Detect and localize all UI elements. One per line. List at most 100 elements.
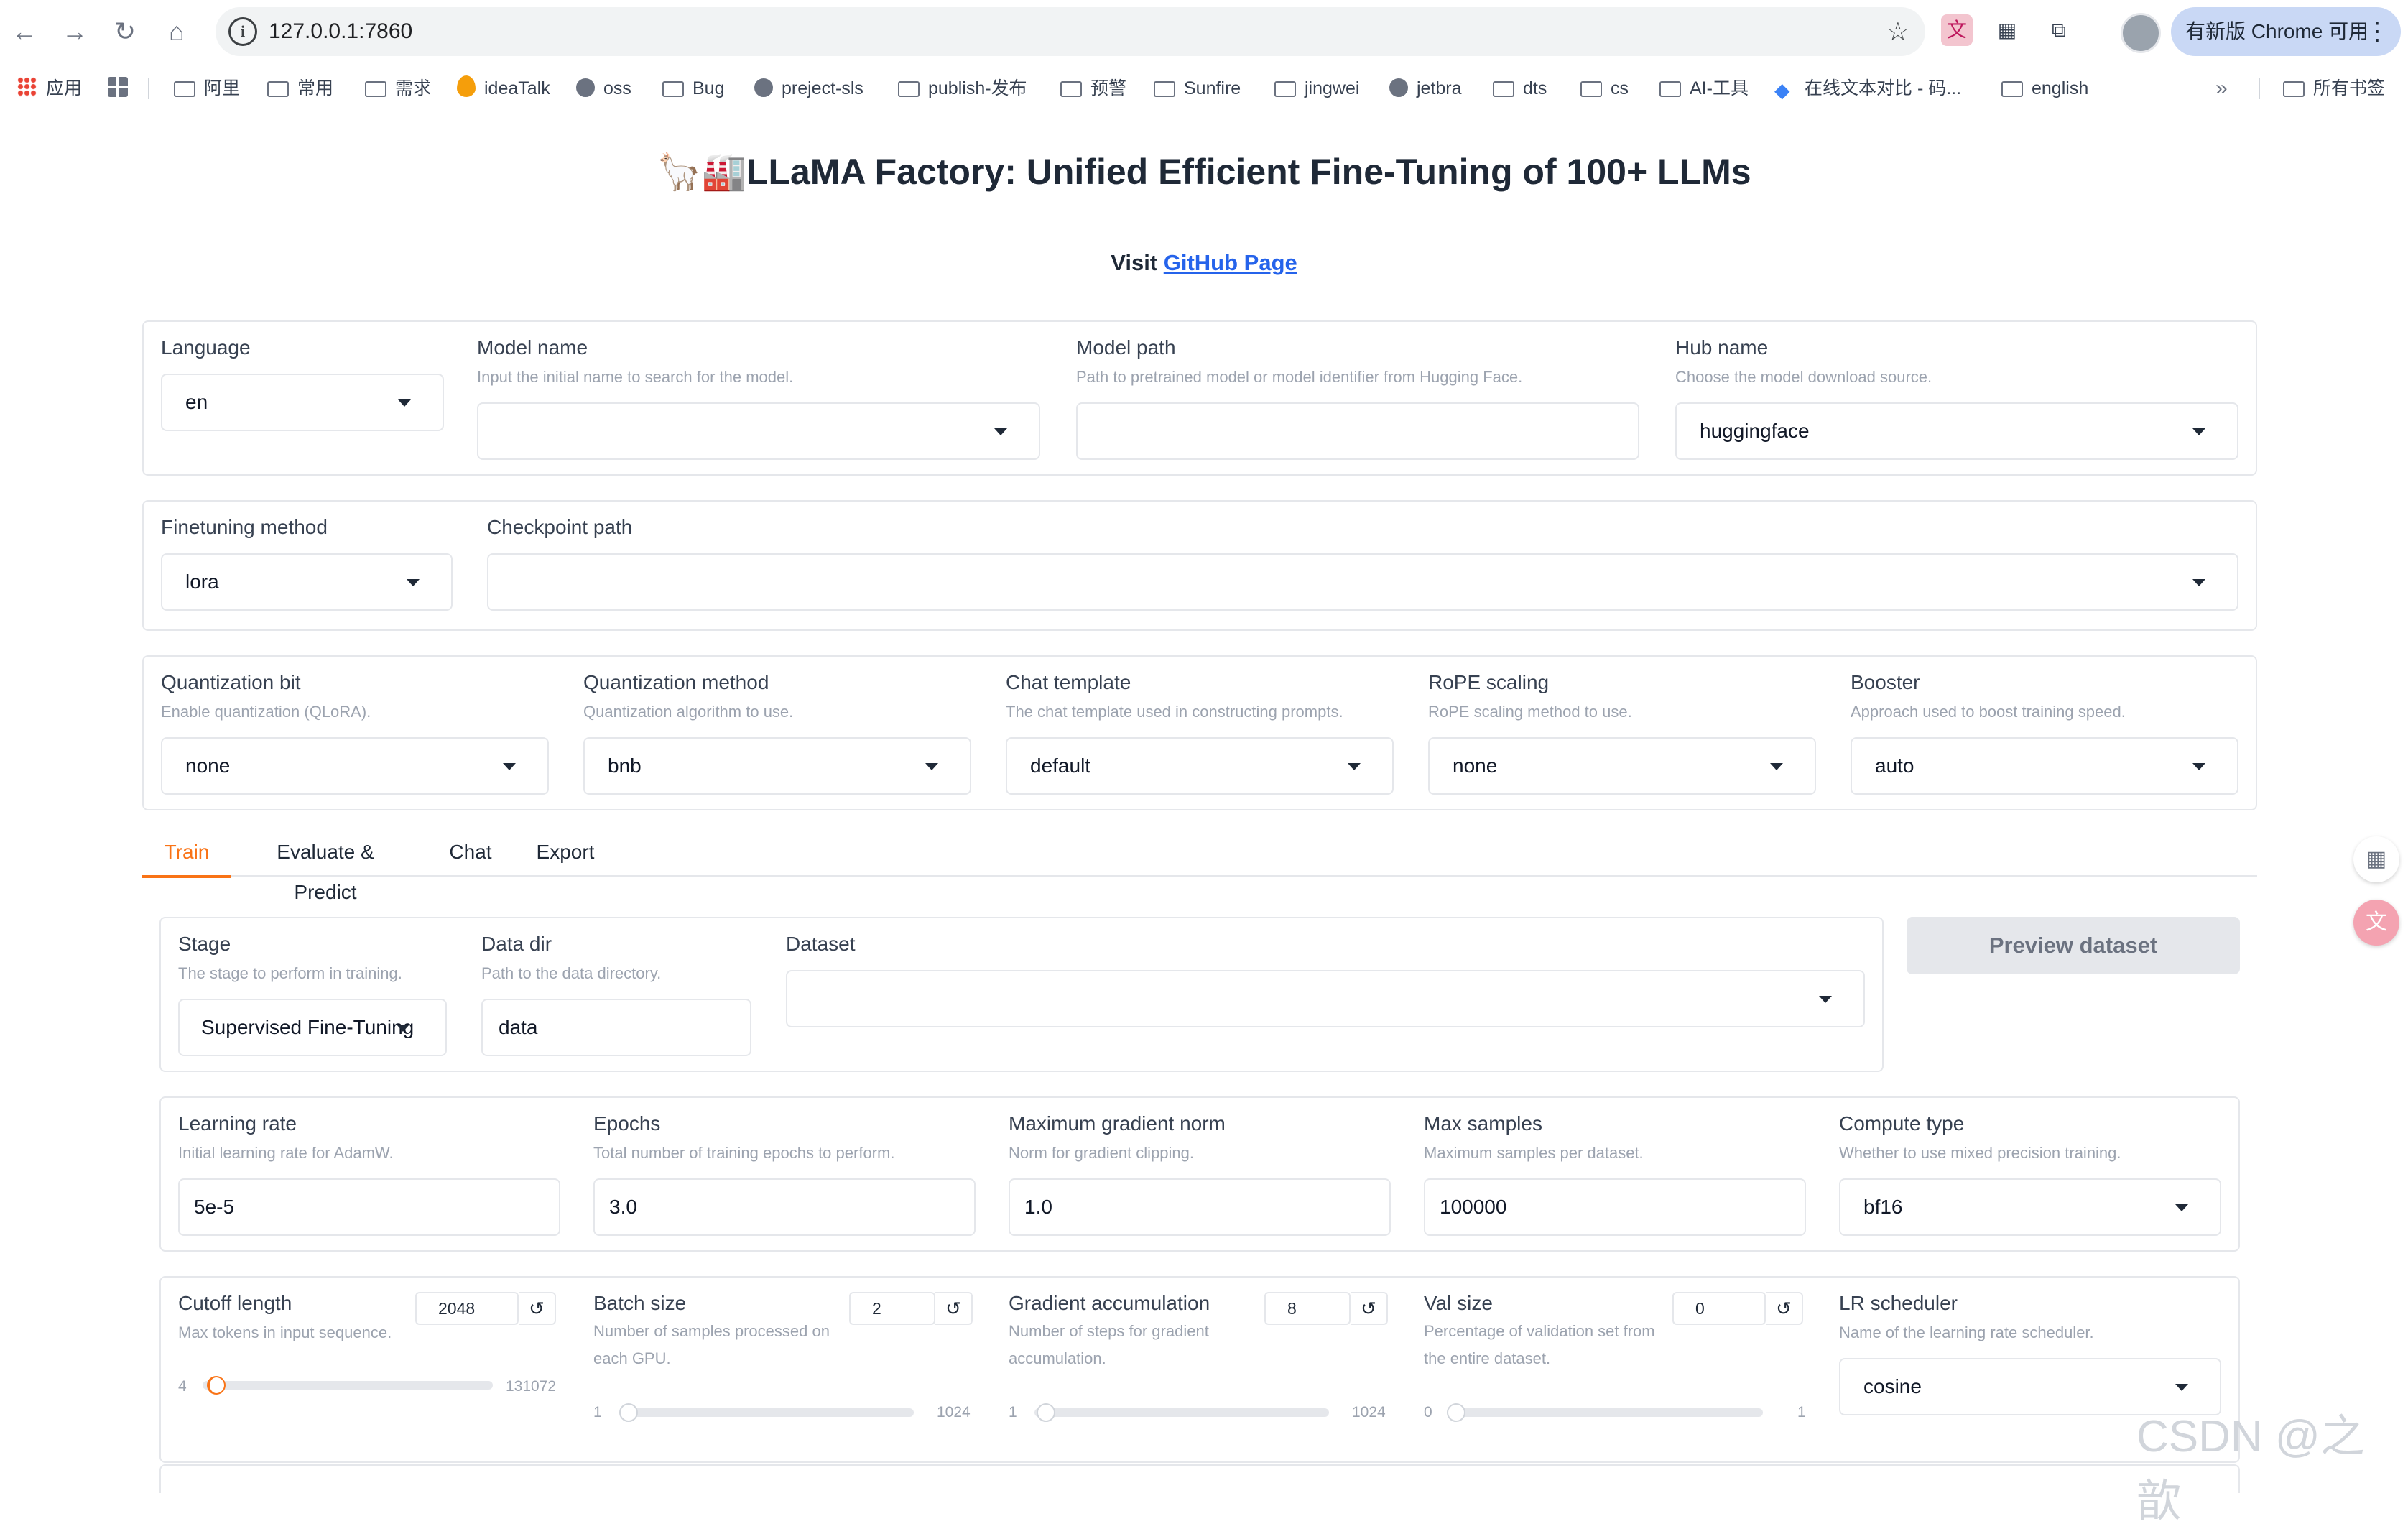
gradient-accumulation-slider[interactable] xyxy=(1034,1403,1329,1422)
quant-method-select[interactable]: bnb xyxy=(583,737,971,795)
stage-select[interactable]: Supervised Fine-Tuning xyxy=(178,999,447,1056)
tab-chat[interactable]: Chat xyxy=(438,832,503,875)
bookmark-folder[interactable]: 常用 xyxy=(267,63,333,114)
cutoff-length-field: Cutoff length Max tokens in input sequen… xyxy=(178,1292,560,1450)
puzzle-icon[interactable]: ⧉ xyxy=(2043,14,2075,46)
watermark: CSDN @之歆 xyxy=(2136,1412,2365,1526)
checkpoint-select[interactable] xyxy=(487,553,2238,611)
reset-icon[interactable]: ↺ xyxy=(1351,1292,1388,1325)
slider-thumb[interactable] xyxy=(619,1403,638,1422)
visit-prefix: Visit xyxy=(1111,250,1164,275)
translate-extension-icon[interactable]: 文 xyxy=(1941,14,1973,46)
bookmark-folder[interactable]: publish-发布 xyxy=(898,63,1027,114)
model-name-field: Model name Input the initial name to sea… xyxy=(477,336,1040,460)
val-size-slider[interactable] xyxy=(1447,1403,1763,1422)
reset-icon[interactable]: ↺ xyxy=(1766,1292,1803,1325)
tab-train[interactable]: Train xyxy=(142,832,231,878)
booster-select[interactable]: auto xyxy=(1851,737,2238,795)
language-select[interactable]: en xyxy=(161,374,444,431)
slider-thumb[interactable] xyxy=(1447,1403,1465,1422)
profile-avatar[interactable] xyxy=(2121,13,2161,53)
flame-icon xyxy=(457,75,476,97)
cutoff-length-input[interactable]: 2048 xyxy=(415,1292,519,1325)
finetuning-field: Finetuning method lora xyxy=(161,516,453,611)
url-text[interactable]: 127.0.0.1:7860 xyxy=(269,7,412,56)
hub-name-select[interactable]: huggingface xyxy=(1675,402,2238,460)
select-value: huggingface xyxy=(1700,420,1810,442)
home-icon[interactable]: ⌂ xyxy=(159,14,194,49)
rope-field: RoPE scaling RoPE scaling method to use.… xyxy=(1428,671,1816,795)
chat-template-select[interactable]: default xyxy=(1006,737,1394,795)
data-dir-input[interactable]: data xyxy=(481,999,751,1056)
qr-code-icon[interactable]: ▦ xyxy=(2353,836,2399,882)
bookmark-link[interactable]: ◆ 在线文本对比 - 码... xyxy=(1774,63,1961,114)
epochs-input[interactable]: 3.0 xyxy=(593,1178,976,1236)
bookmark-folder[interactable]: Bug xyxy=(662,63,724,114)
all-bookmarks[interactable]: 所有书签 xyxy=(2283,63,2385,114)
diff-icon: ◆ xyxy=(1774,79,1790,101)
max-grad-norm-input[interactable]: 1.0 xyxy=(1009,1178,1391,1236)
cutoff-length-slider[interactable] xyxy=(203,1376,493,1395)
bookmark-folder[interactable]: dts xyxy=(1493,63,1547,114)
quant-bit-select[interactable]: none xyxy=(161,737,549,795)
chevron-double-right-icon[interactable]: » xyxy=(2215,63,2228,114)
slider-max: 1 xyxy=(1797,1404,1806,1421)
field-label: RoPE scaling xyxy=(1428,671,1550,693)
reset-icon[interactable]: ↺ xyxy=(519,1292,556,1325)
back-icon[interactable]: ← xyxy=(7,14,42,49)
translate-float-icon[interactable]: 文 xyxy=(2353,900,2399,946)
data-panel: Stage The stage to perform in training. … xyxy=(159,917,1884,1072)
stage-field: Stage The stage to perform in training. … xyxy=(178,933,447,1056)
bookmark-folder[interactable]: 需求 xyxy=(365,63,431,114)
bookmark-apps[interactable]: 应用 xyxy=(17,63,82,114)
tab-export[interactable]: Export xyxy=(526,832,605,875)
extension-icon[interactable]: ▦ xyxy=(1991,14,2023,46)
address-bar[interactable]: i 127.0.0.1:7860 ☆ xyxy=(216,7,1925,56)
bookmark-folder[interactable]: 阿里 xyxy=(174,63,240,114)
compute-type-select[interactable]: bf16 xyxy=(1839,1178,2221,1236)
slider-min: 1 xyxy=(1009,1404,1017,1421)
bookmark-folder[interactable]: english xyxy=(2001,63,2088,114)
bookmarks-bar: 应用 阿里 常用 需求 ideaTalk oss Bug preject-sls… xyxy=(0,63,2408,115)
max-samples-input[interactable]: 100000 xyxy=(1424,1178,1806,1236)
batch-size-input[interactable]: 2 xyxy=(849,1292,935,1325)
rope-select[interactable]: none xyxy=(1428,737,1816,795)
globe-icon xyxy=(576,78,595,97)
batch-size-slider[interactable] xyxy=(619,1403,914,1422)
slider-thumb[interactable] xyxy=(1037,1403,1055,1422)
site-info-icon[interactable]: i xyxy=(228,17,257,46)
dataset-select[interactable] xyxy=(786,970,1865,1027)
bookmark-folder[interactable]: Sunfire xyxy=(1154,63,1241,114)
val-size-input[interactable]: 0 xyxy=(1672,1292,1766,1325)
bookmark-grid[interactable] xyxy=(108,63,136,114)
checkpoint-field: Checkpoint path xyxy=(487,516,2238,611)
bookmark-link[interactable]: preject-sls xyxy=(754,63,863,114)
bookmark-folder[interactable]: jingwei xyxy=(1274,63,1359,114)
reload-icon[interactable]: ↻ xyxy=(108,14,142,49)
tab-evaluate-predict[interactable]: Evaluate & Predict xyxy=(243,832,408,903)
gradient-accumulation-input[interactable]: 8 xyxy=(1264,1292,1351,1325)
reset-icon[interactable]: ↺ xyxy=(935,1292,973,1325)
chevron-down-icon xyxy=(994,428,1007,435)
forward-icon[interactable]: → xyxy=(57,14,92,49)
field-label: Dataset xyxy=(786,933,856,955)
model-name-select[interactable] xyxy=(477,402,1040,460)
bookmark-folder[interactable]: 预警 xyxy=(1060,63,1126,114)
bookmark-star-icon[interactable]: ☆ xyxy=(1886,7,1909,56)
github-link[interactable]: GitHub Page xyxy=(1164,250,1297,275)
select-value: en xyxy=(185,391,208,413)
bookmark-link[interactable]: jetbra xyxy=(1389,63,1462,114)
bookmark-link[interactable]: ideaTalk xyxy=(457,63,550,114)
bookmark-folder[interactable]: cs xyxy=(1580,63,1629,114)
preview-dataset-button[interactable]: Preview dataset xyxy=(1907,917,2240,974)
model-path-input[interactable] xyxy=(1076,402,1639,460)
folder-icon xyxy=(267,81,289,97)
finetuning-select[interactable]: lora xyxy=(161,553,453,611)
learning-rate-input[interactable]: 5e-5 xyxy=(178,1178,560,1236)
bookmark-link[interactable]: oss xyxy=(576,63,631,114)
field-info: Enable quantization (QLoRA). xyxy=(161,703,371,721)
slider-thumb[interactable] xyxy=(207,1376,226,1395)
bookmark-folder[interactable]: AI-工具 xyxy=(1659,63,1749,114)
chrome-update-button[interactable]: 有新版 Chrome 可用 ⋮ xyxy=(2171,7,2401,56)
menu-dots-icon[interactable]: ⋮ xyxy=(2365,7,2389,56)
